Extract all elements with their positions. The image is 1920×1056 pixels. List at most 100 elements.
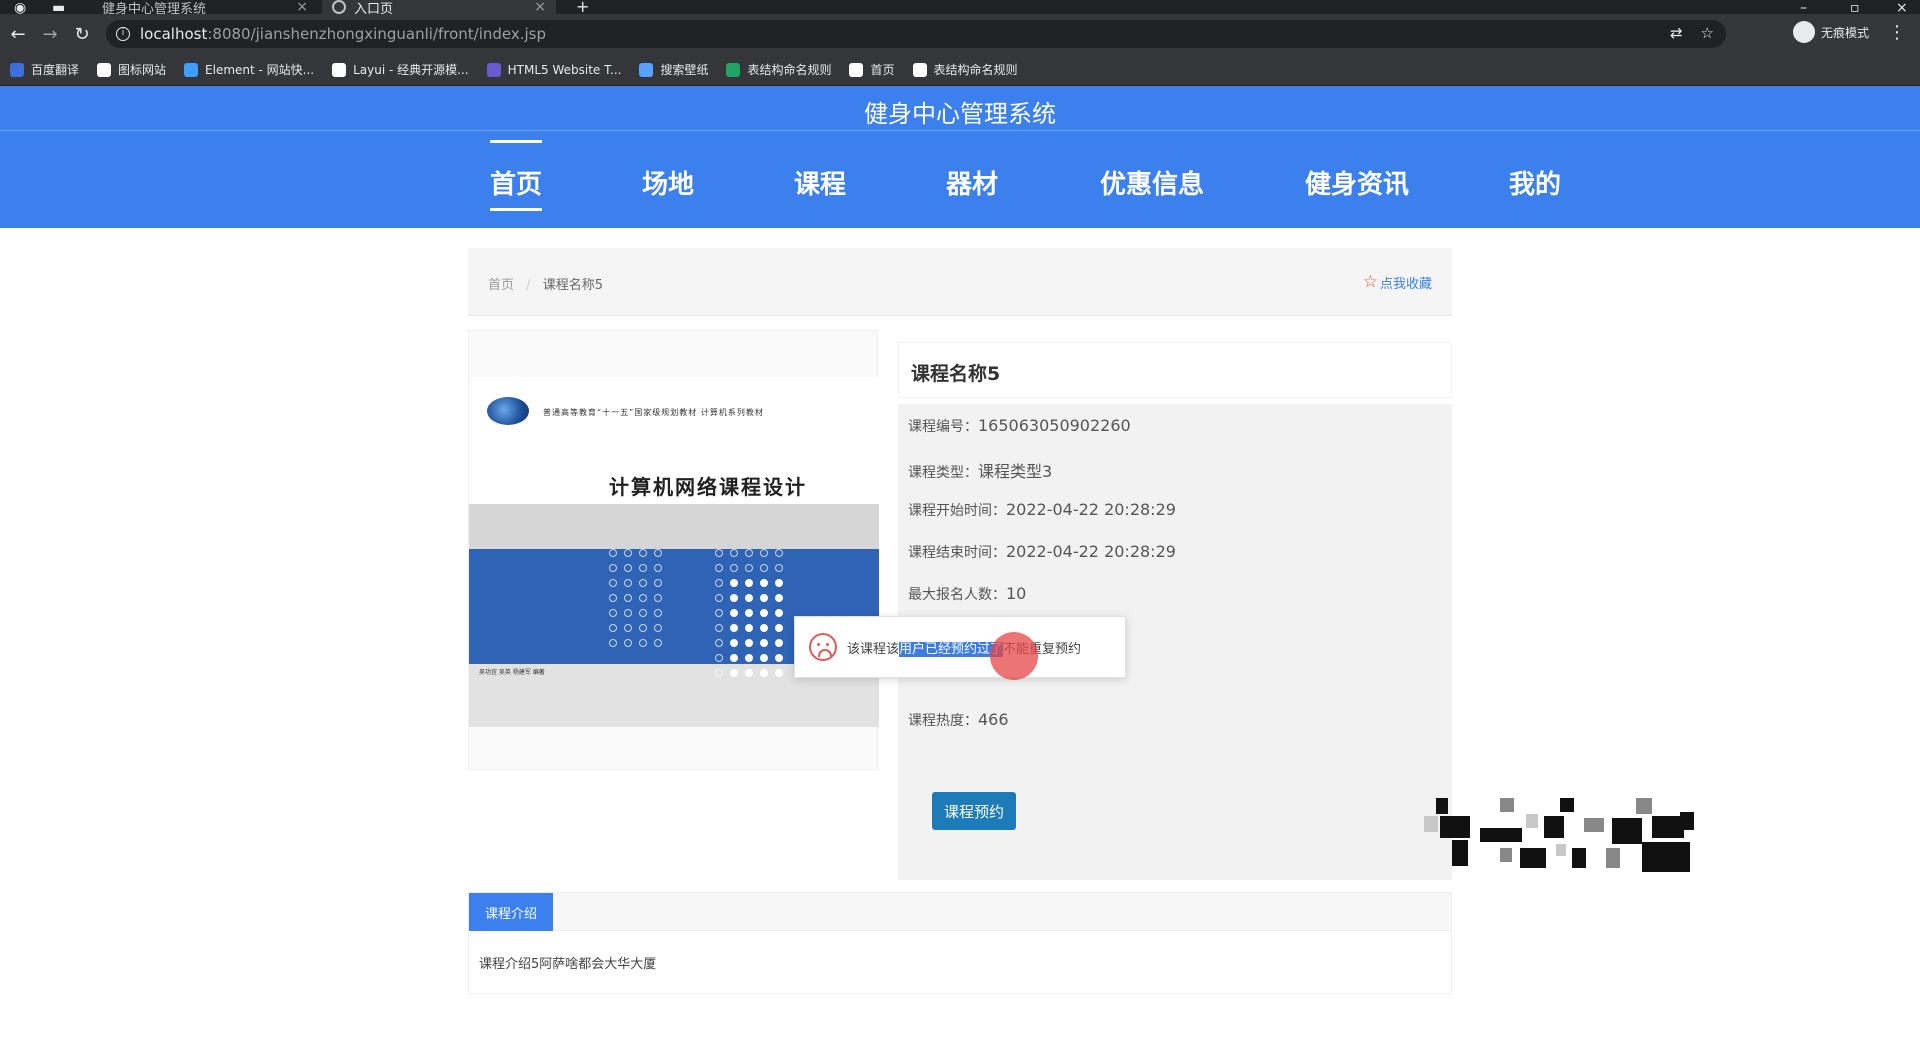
cover-dot [745,669,753,677]
cover-dot [745,639,753,647]
mosaic-pixel [1424,816,1438,832]
bookmark-item[interactable]: 搜索壁纸 [639,61,708,78]
nav-home[interactable]: 首页 [490,140,543,211]
bookmark-item[interactable]: 表结构命名规则 [912,61,1018,78]
cover-dot [609,594,617,602]
field-course-id: 课程编号：165063050902260 [908,416,1131,436]
favorite-label: 点我收藏 [1379,276,1432,292]
bookmark-item[interactable]: 表结构命名规则 [726,61,831,78]
cover-dot [624,594,632,602]
layui-icon [332,62,347,77]
field-value: 2022-04-22 20:28:29 [1006,542,1176,561]
bookmark-item[interactable]: 百度翻译 [10,61,79,78]
bookmark-star-icon[interactable]: ☆ [1701,24,1714,42]
toast-text-prefix: 该课程该 [847,641,900,657]
cover-dot [745,624,753,632]
cover-dot [639,639,647,647]
nav-venue[interactable]: 场地 [642,164,694,201]
close-icon[interactable]: × [534,0,546,15]
bookmark-label: HTML5 Website T... [507,62,622,77]
globe-icon [849,62,864,77]
field-value: 10 [1006,584,1027,603]
cover-dot [760,564,768,572]
cover-title: 计算机网络课程设计 [609,475,807,499]
field-value: 课程类型3 [978,462,1053,481]
flag-icon [97,62,112,77]
cover-dot [760,579,768,587]
nav-promotions[interactable]: 优惠信息 [1100,164,1204,201]
bookmark-item[interactable]: 首页 [849,61,895,78]
forward-icon[interactable]: → [34,24,66,45]
cover-dot [745,594,753,602]
cover-dot [745,549,753,557]
cover-dot [715,579,723,587]
bookmark-item[interactable]: Element - 网站快... [184,61,314,78]
cover-dot [609,579,617,587]
cover-dot [639,579,647,587]
breadcrumb-home[interactable]: 首页 [488,278,514,293]
publisher-logo-icon [487,397,529,425]
cover-dot [775,669,783,677]
translate-icon[interactable]: ⇄ [1670,24,1683,42]
breadcrumb-bar: 首页 / 课程名称5 ☆ 点我收藏 [468,248,1452,316]
reload-icon[interactable]: ↻ [66,24,98,45]
html5-icon [486,62,501,77]
course-title-bar: 课程名称5 [898,342,1452,398]
mosaic-pixel [1544,816,1564,838]
mosaic-pixel [1680,812,1694,830]
bookmark-label: 搜索壁纸 [660,63,709,77]
nav-mine[interactable]: 我的 [1509,164,1561,201]
course-name: 课程名称5 [911,363,1001,385]
field-start-time: 课程开始时间：2022-04-22 20:28:29 [908,500,1176,520]
element-icon [184,62,199,77]
field-label: 课程结束时间： [908,545,1006,561]
nav-course[interactable]: 课程 [794,164,846,201]
bookmark-item[interactable]: Layui - 经典开源模... [332,61,469,78]
mosaic-pixel [1500,798,1514,812]
bookmark-label: 首页 [870,63,895,77]
field-popularity: 课程热度：466 [908,710,1009,730]
cover-dot [775,549,783,557]
book-course-button[interactable]: 课程预约 [932,792,1016,830]
wallpaper-icon [639,62,654,77]
browser-menu-icon[interactable]: ⋮ [1888,22,1906,43]
incognito-profile[interactable]: 无痕模式 [1793,21,1869,43]
cover-top: 普通高等教育“十一五”国家级规划教材 计算机系列教材 计算机网络课程设计 [469,377,879,504]
site-header: 健身中心管理系统 首页 场地 课程 器材 优惠信息 健身资讯 我的 [0,86,1920,228]
nav-equipment[interactable]: 器材 [946,164,998,201]
bookmark-item[interactable]: 图标网站 [97,61,166,78]
browser-tab-strip: ◉ ▬ 健身中心管理系统 × 入口页 × + – ▫ × [0,0,1920,17]
back-icon[interactable]: ← [2,24,34,45]
mosaic-pixel [1612,818,1642,844]
tab-entry[interactable]: 入口页 × [322,0,556,17]
cover-dot [715,609,723,617]
cover-dot [730,654,738,662]
bookmark-item[interactable]: HTML5 Website T... [486,62,622,77]
cover-dot [609,564,617,572]
cover-dot [609,624,617,632]
cover-dot [624,564,632,572]
site-title: 健身中心管理系统 [864,100,1056,128]
tab-course-intro[interactable]: 课程介绍 [469,893,553,931]
field-value: 466 [978,710,1009,729]
course-image-card: 普通高等教育“十一五”国家级规划教材 计算机系列教材 计算机网络课程设计 吴功宜… [468,330,879,770]
site-info-icon[interactable]: i [116,27,130,41]
bookmark-label: Layui - 经典开源模... [353,63,469,77]
mosaic-pixel [1436,798,1448,814]
header-divider [0,130,1920,131]
close-icon[interactable]: × [296,0,308,15]
course-intro-section: 课程介绍 课程介绍5阿萨啥都会大华大厦 [468,892,1452,994]
url-input[interactable]: i localhost :8080/jianshenzhongxinguanli… [106,20,1726,48]
cover-dot [775,564,783,572]
tab-admin[interactable]: 健身中心管理系统 × [92,0,318,17]
cover-dot [730,609,738,617]
favorite-button[interactable]: ☆ 点我收藏 [1363,272,1432,292]
url-path: :8080/jianshenzhongxinguanli/front/index… [207,25,547,43]
cover-dot [775,639,783,647]
cover-subtitle: 普通高等教育“十一五”国家级规划教材 计算机系列教材 [543,408,764,417]
nav-fitness-news[interactable]: 健身资讯 [1305,164,1409,201]
cover-dot [715,549,723,557]
error-toast: 该课程该用户已经预约过了不能重复预约 [794,616,1126,678]
cover-dot [730,594,738,602]
profile-label: 无痕模式 [1821,25,1870,40]
